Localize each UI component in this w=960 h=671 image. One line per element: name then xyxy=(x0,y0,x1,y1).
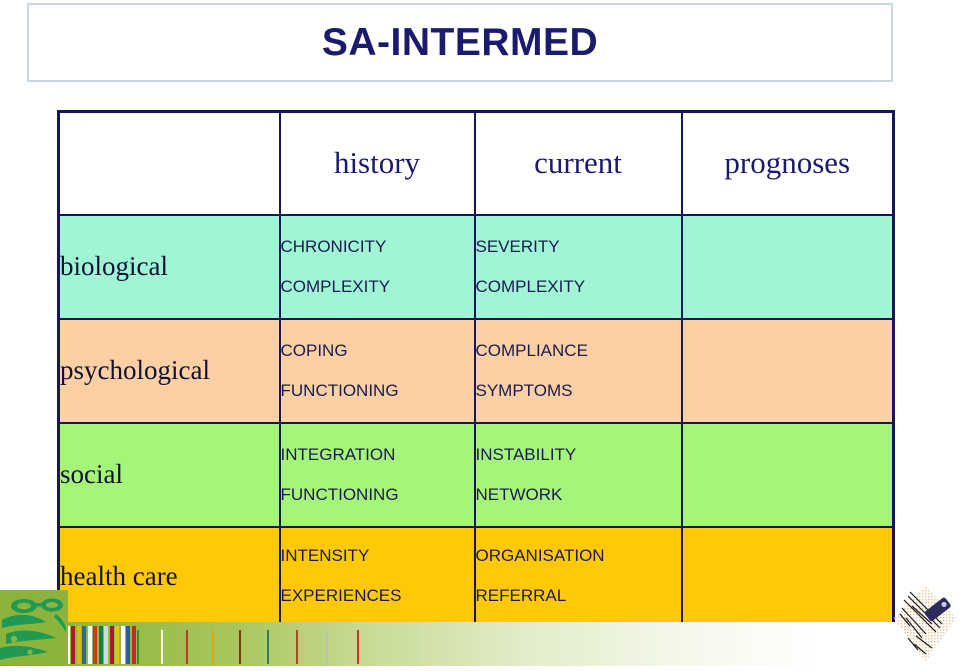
color-stripe xyxy=(71,626,75,664)
color-stripe xyxy=(126,626,130,664)
table-row: social INTEGRATION FUNCTIONING INSTABILITY N… xyxy=(57,421,895,528)
cell-item: REFERRAL xyxy=(475,586,567,606)
cell-psychological-history: COPING FUNCTIONING xyxy=(278,317,476,424)
color-stripe xyxy=(104,626,108,664)
cell-item: INSTABILITY xyxy=(475,444,577,464)
cell-item: SEVERITY xyxy=(475,236,560,256)
table-row: psychological COPING FUNCTIONING COMPLIANCE… xyxy=(57,317,895,424)
cell-biological-history: CHRONICITY COMPLEXITY xyxy=(278,213,476,320)
cell-social-prognoses-empty xyxy=(680,421,895,528)
cell-item: COMPLIANCE xyxy=(475,340,588,360)
row-label-psychological: psychological xyxy=(57,317,281,424)
cell-item: COMPLEXITY xyxy=(475,276,586,296)
color-stripe xyxy=(82,626,86,664)
table-row: health care INTENSITY EXPERIENCES ORGANISAT… xyxy=(57,525,895,628)
color-stripe xyxy=(98,626,103,664)
color-stripe xyxy=(239,630,241,664)
cell-biological-prognoses-empty xyxy=(680,213,895,320)
cell-social-current: INSTABILITY NETWORK xyxy=(473,421,683,528)
cell-item: FUNCTIONING xyxy=(280,484,399,504)
color-stripe xyxy=(161,630,163,664)
row-label-health-care: health care xyxy=(57,525,281,628)
cell-social-history: INTEGRATION FUNCTIONING xyxy=(278,421,476,528)
color-stripe xyxy=(296,630,298,664)
cell-item: CHRONICITY xyxy=(280,236,387,256)
color-stripe xyxy=(267,630,269,664)
color-stripes-graphic xyxy=(60,624,359,664)
row-label-biological: biological xyxy=(57,213,281,320)
color-stripe xyxy=(137,630,139,664)
column-header-history: history xyxy=(278,110,476,216)
slide-canvas: SA-INTERMED history current prognoses biolo… xyxy=(0,0,960,666)
green-mask-graphic xyxy=(0,590,68,666)
table-header-row: history current prognoses xyxy=(57,110,895,216)
cell-item: ORGANISATION xyxy=(475,546,605,566)
cell-item: COMPLEXITY xyxy=(280,276,391,296)
cell-item: COPING xyxy=(280,340,348,360)
cell-item: EXPERIENCES xyxy=(280,586,402,606)
row-label-social: social xyxy=(57,421,281,528)
cell-psychological-prognoses-empty xyxy=(680,317,895,424)
table-row: biological CHRONICITY COMPLEXITY SEVERITY CO… xyxy=(57,213,895,320)
sketch-graphic xyxy=(892,584,958,664)
cell-health-care-current: ORGANISATION REFERRAL xyxy=(473,525,683,628)
table-corner-cell xyxy=(57,110,281,216)
cell-item: INTEGRATION xyxy=(280,444,396,464)
color-stripe xyxy=(212,630,214,664)
color-stripe xyxy=(326,630,328,664)
color-stripe xyxy=(131,626,136,664)
color-stripe xyxy=(120,626,125,664)
color-stripe xyxy=(87,626,92,664)
column-header-current: current xyxy=(473,110,683,216)
cell-health-care-prognoses-empty xyxy=(680,525,895,628)
cell-item: FUNCTIONING xyxy=(280,380,399,400)
color-stripe xyxy=(109,626,114,664)
color-stripe xyxy=(186,630,188,664)
color-stripe xyxy=(115,626,119,664)
color-stripe xyxy=(93,626,97,664)
cell-item: NETWORK xyxy=(475,484,563,504)
cell-health-care-history: INTENSITY EXPERIENCES xyxy=(278,525,476,628)
cell-item: INTENSITY xyxy=(280,546,370,566)
cell-item: SYMPTOMS xyxy=(475,380,573,400)
title-box: SA-INTERMED xyxy=(27,3,893,82)
column-header-prognoses: prognoses xyxy=(680,110,895,216)
color-stripe xyxy=(357,630,359,664)
page-title: SA-INTERMED xyxy=(321,20,599,64)
intermed-matrix-table: history current prognoses biological CHRONIC… xyxy=(57,110,895,628)
cell-psychological-current: COMPLIANCE SYMPTOMS xyxy=(473,317,683,424)
cell-biological-current: SEVERITY COMPLEXITY xyxy=(473,213,683,320)
color-stripe xyxy=(76,626,81,664)
